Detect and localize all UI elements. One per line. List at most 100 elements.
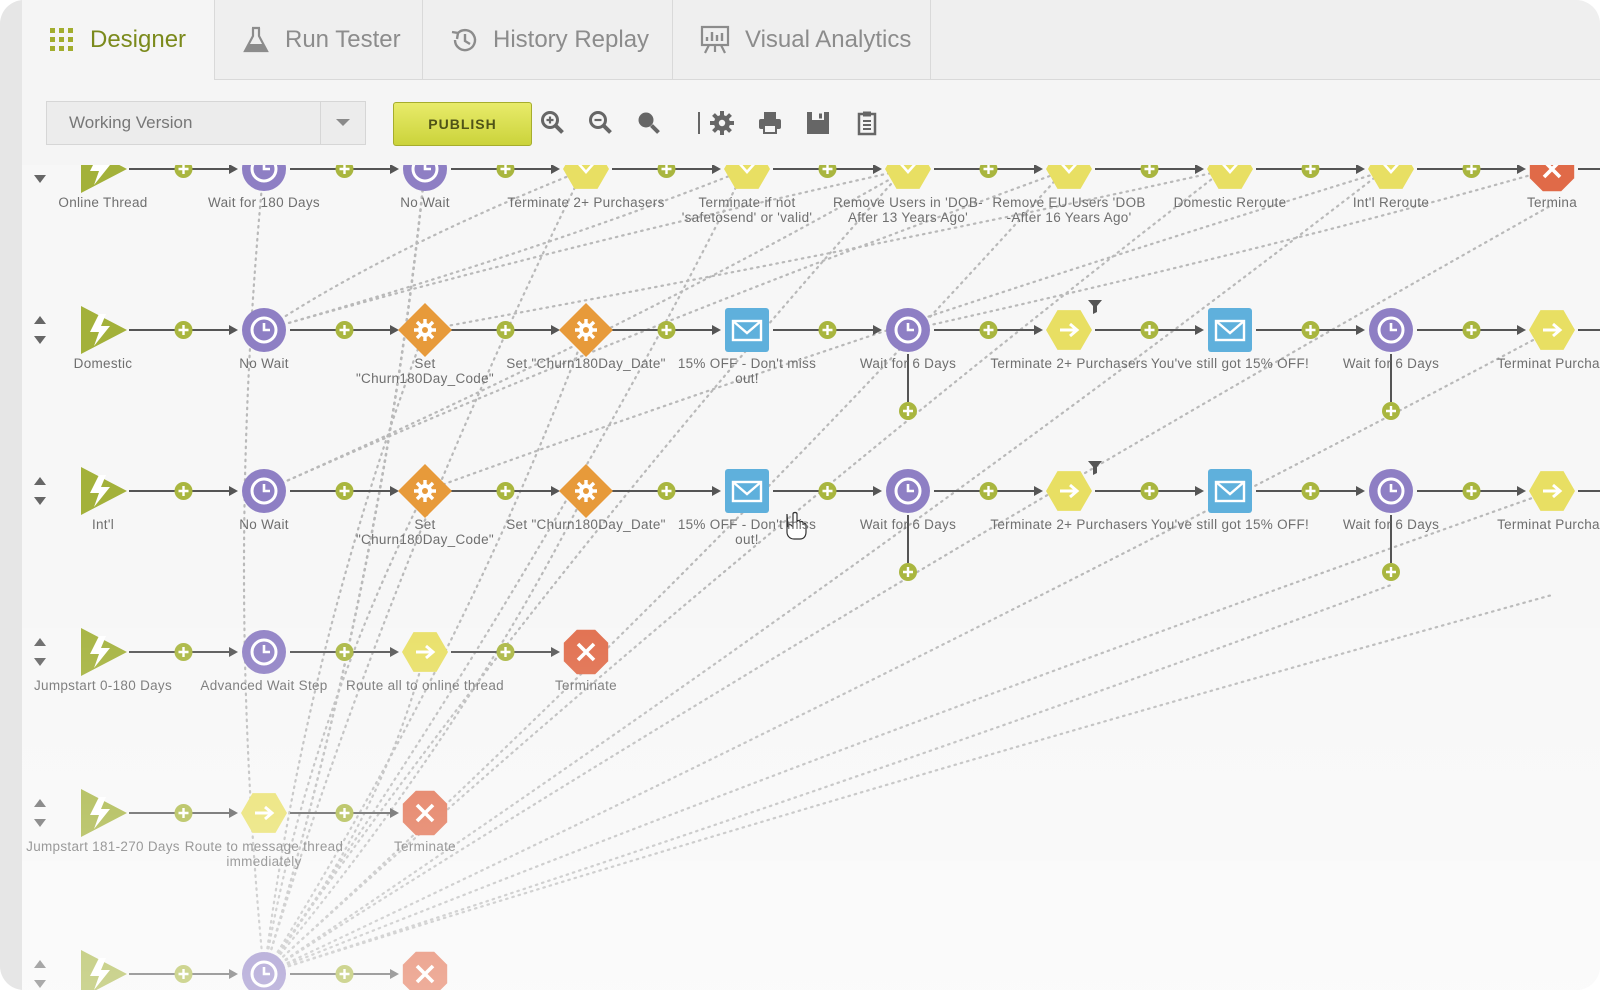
reorder-arrows-icon[interactable] (34, 799, 46, 827)
add-step-icon[interactable] (818, 321, 837, 339)
reorder-arrows-icon[interactable] (34, 175, 46, 183)
clock-icon[interactable] (1369, 469, 1413, 513)
split-icon[interactable] (1046, 165, 1092, 189)
add-step-icon[interactable] (1140, 321, 1159, 339)
add-step-icon[interactable] (496, 482, 515, 500)
clock-icon[interactable] (403, 165, 447, 191)
add-step-icon[interactable] (335, 321, 354, 339)
split-icon[interactable] (724, 165, 770, 189)
add-step-icon[interactable] (979, 165, 998, 178)
clock-icon[interactable] (242, 165, 286, 191)
reorder-arrows-icon[interactable] (34, 638, 46, 666)
add-step-icon[interactable] (1462, 165, 1481, 178)
add-step-icon[interactable] (657, 165, 676, 178)
terminate-icon[interactable] (563, 629, 609, 675)
terminate-icon[interactable] (1529, 165, 1575, 192)
route-arrow-icon[interactable] (402, 632, 448, 672)
add-step-icon[interactable] (1301, 482, 1320, 500)
filter-icon[interactable] (1088, 461, 1102, 475)
add-step-icon[interactable] (1301, 165, 1320, 178)
add-step-icon[interactable] (174, 321, 193, 339)
add-step-icon[interactable] (657, 321, 676, 339)
trigger-icon[interactable] (81, 306, 127, 354)
tab-visual-analytics[interactable]: Visual Analytics (673, 0, 931, 79)
add-step-icon[interactable] (174, 965, 193, 983)
print-icon[interactable] (755, 108, 785, 138)
gear-icon[interactable] (559, 303, 613, 357)
add-step-icon[interactable] (1140, 482, 1159, 500)
add-step-icon[interactable] (174, 482, 193, 500)
add-step-icon[interactable] (174, 804, 193, 822)
add-step-icon[interactable] (335, 643, 354, 661)
tab-designer[interactable]: Designer (22, 0, 215, 80)
gear-icon[interactable] (559, 464, 613, 518)
route-arrow-icon[interactable] (241, 793, 287, 833)
trigger-icon[interactable] (81, 165, 127, 193)
zoom-in-icon[interactable] (538, 108, 568, 138)
route-arrow-icon[interactable] (1529, 471, 1575, 511)
clock-icon[interactable] (242, 630, 286, 674)
trigger-icon[interactable] (81, 628, 127, 676)
publish-button[interactable]: PUBLISH (393, 102, 532, 146)
add-step-icon[interactable] (899, 563, 917, 581)
add-step-icon[interactable] (1462, 321, 1481, 339)
add-step-icon[interactable] (979, 321, 998, 339)
add-step-icon[interactable] (1382, 402, 1400, 420)
terminate-icon[interactable] (402, 790, 448, 836)
tab-run-tester[interactable]: Run Tester (215, 0, 423, 79)
gear-icon[interactable] (398, 303, 452, 357)
reorder-arrows-icon[interactable] (34, 477, 46, 505)
add-step-icon[interactable] (496, 321, 515, 339)
route-arrow-icon[interactable] (1529, 310, 1575, 350)
zoom-out-icon[interactable] (586, 108, 616, 138)
add-step-icon[interactable] (174, 165, 193, 178)
add-step-icon[interactable] (1382, 563, 1400, 581)
clock-icon[interactable] (1369, 308, 1413, 352)
tab-history-replay[interactable]: History Replay (423, 0, 673, 79)
add-step-icon[interactable] (335, 482, 354, 500)
route-arrow-icon[interactable] (1046, 310, 1092, 350)
reorder-arrows-icon[interactable] (34, 960, 46, 988)
add-step-icon[interactable] (657, 482, 676, 500)
split-icon[interactable] (1207, 165, 1253, 189)
clock-icon[interactable] (886, 469, 930, 513)
zoom-reset-icon[interactable] (634, 108, 664, 138)
add-step-icon[interactable] (1301, 321, 1320, 339)
settings-icon[interactable] (707, 108, 737, 138)
clipboard-icon[interactable] (852, 108, 882, 138)
reorder-arrows-icon[interactable] (34, 316, 46, 344)
add-step-icon[interactable] (496, 165, 515, 178)
save-icon[interactable] (803, 108, 833, 138)
trigger-icon[interactable] (81, 950, 127, 990)
chevron-down-icon[interactable] (320, 102, 365, 144)
split-icon[interactable] (563, 165, 609, 189)
add-step-icon[interactable] (1140, 165, 1159, 178)
trigger-icon[interactable] (81, 467, 127, 515)
envelope-icon[interactable] (725, 469, 769, 513)
split-icon[interactable] (1368, 165, 1414, 189)
add-step-icon[interactable] (174, 643, 193, 661)
clock-icon[interactable] (242, 952, 286, 990)
add-step-icon[interactable] (1462, 482, 1481, 500)
envelope-icon[interactable] (1208, 469, 1252, 513)
route-arrow-icon[interactable] (1046, 471, 1092, 511)
add-step-icon[interactable] (335, 965, 354, 983)
add-step-icon[interactable] (899, 402, 917, 420)
clock-icon[interactable] (242, 469, 286, 513)
add-step-icon[interactable] (335, 804, 354, 822)
split-icon[interactable] (885, 165, 931, 189)
version-select[interactable]: Working Version (46, 101, 366, 145)
envelope-icon[interactable] (725, 308, 769, 352)
add-step-icon[interactable] (818, 482, 837, 500)
filter-icon[interactable] (1088, 300, 1102, 314)
envelope-icon[interactable] (1208, 308, 1252, 352)
add-step-icon[interactable] (335, 165, 354, 178)
clock-icon[interactable] (242, 308, 286, 352)
add-step-icon[interactable] (979, 482, 998, 500)
clock-icon[interactable] (886, 308, 930, 352)
add-step-icon[interactable] (818, 165, 837, 178)
terminate-icon[interactable] (402, 951, 448, 990)
workflow-canvas[interactable]: Online Thread Wait for 180 Days No Wait Ter… (22, 165, 1600, 990)
add-step-icon[interactable] (496, 643, 515, 661)
trigger-icon[interactable] (81, 789, 127, 837)
